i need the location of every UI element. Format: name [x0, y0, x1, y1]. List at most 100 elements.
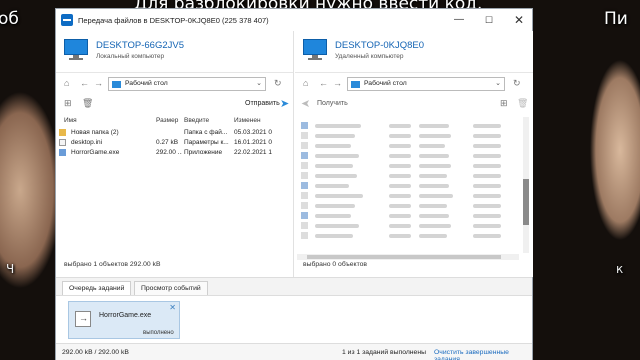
minimize-button[interactable]: —: [444, 9, 474, 31]
redacted-text: [389, 194, 411, 198]
redacted-text: [389, 234, 411, 238]
redacted-file-row[interactable]: [301, 141, 511, 151]
refresh-icon[interactable]: ↻: [513, 78, 521, 89]
remote-path-text: Рабочий стол: [364, 80, 407, 87]
file-icon: [301, 122, 308, 129]
forward-arrow-icon[interactable]: →: [333, 78, 342, 88]
redacted-text: [473, 204, 501, 208]
local-pane: DESKTOP-66G2JV5 Локальный компьютер ⌂ ← …: [56, 31, 294, 277]
new-folder-icon[interactable]: ⊞: [64, 98, 72, 109]
local-computer-name: DESKTOP-66G2JV5: [96, 40, 185, 51]
redacted-text: [315, 234, 353, 238]
overlay-caption-2-right: Пи: [604, 9, 628, 29]
redacted-text: [315, 214, 351, 218]
status-bar: 292.00 kB / 292.00 kB 1 из 1 заданий вып…: [56, 343, 532, 360]
redacted-file-row[interactable]: [301, 151, 511, 161]
horizontal-scrollbar[interactable]: [297, 254, 519, 260]
close-icon[interactable]: ✕: [169, 303, 176, 312]
job-status: выполнено: [143, 330, 174, 336]
overlay-side-right: к: [616, 262, 624, 276]
redacted-text: [473, 224, 501, 228]
back-arrow-icon[interactable]: ←: [319, 78, 328, 88]
remote-computer-name: DESKTOP-0KJQ8E0: [335, 40, 425, 51]
redacted-text: [389, 154, 411, 158]
delete-icon[interactable]: 🗑: [82, 98, 93, 109]
column-name[interactable]: Имя: [64, 117, 77, 124]
scrollbar-thumb[interactable]: [307, 255, 501, 259]
redacted-file-row[interactable]: [301, 181, 511, 191]
remote-path-select[interactable]: Рабочий стол ⌄: [347, 77, 505, 91]
redacted-text: [315, 144, 351, 148]
redacted-text: [473, 174, 501, 178]
clear-completed-link[interactable]: Очистить завершенные задания: [434, 349, 532, 360]
file-transfer-window: Передача файлов в DESKTOP-0KJQ8E0 (225 3…: [55, 8, 533, 360]
file-icon: [301, 202, 308, 209]
delete-icon[interactable]: 🗑: [517, 98, 528, 109]
receive-arrow-icon[interactable]: ➤: [301, 97, 310, 110]
redacted-text: [419, 154, 449, 158]
redacted-text: [389, 174, 411, 178]
local-path-bar: ⌂ ← → Рабочий стол ⌄ ↻: [56, 74, 293, 94]
bottom-tabs: Очередь заданий Просмотр событий: [56, 277, 532, 296]
column-size[interactable]: Размер: [156, 117, 178, 124]
forward-arrow-icon[interactable]: →: [94, 78, 103, 88]
remote-computer-label: Удаленный компьютер: [335, 53, 404, 60]
column-type[interactable]: Введите: [184, 117, 209, 124]
redacted-file-row[interactable]: [301, 201, 511, 211]
redacted-text: [473, 134, 501, 138]
home-icon[interactable]: ⌂: [303, 78, 308, 88]
redacted-file-row[interactable]: [301, 171, 511, 181]
send-button[interactable]: Отправить: [245, 100, 280, 107]
redacted-text: [419, 144, 445, 148]
file-row[interactable]: desktop.ini 0.27 kB Параметры к... 16.01…: [56, 138, 293, 148]
new-folder-icon[interactable]: ⊞: [500, 98, 508, 109]
folder-icon: [112, 81, 121, 88]
file-icon: [59, 139, 66, 146]
redacted-text: [315, 134, 355, 138]
column-modified[interactable]: Изменен: [234, 117, 261, 124]
redacted-text: [315, 194, 363, 198]
redacted-file-row[interactable]: [301, 211, 511, 221]
tab-event-log[interactable]: Просмотр событий: [134, 281, 208, 296]
send-arrow-icon[interactable]: ➤: [280, 97, 289, 110]
local-selection-status: выбрано 1 объектов 292.00 kB: [64, 261, 161, 268]
file-row[interactable]: HorrorGame.exe 292.00 ... Приложение 22.…: [56, 148, 293, 158]
redacted-text: [473, 194, 501, 198]
jobs-summary: 1 из 1 заданий выполнены: [342, 349, 426, 356]
redacted-file-row[interactable]: [301, 231, 511, 241]
back-arrow-icon[interactable]: ←: [80, 78, 89, 88]
file-icon: [301, 212, 308, 219]
redacted-file-row[interactable]: [301, 161, 511, 171]
local-path-select[interactable]: Рабочий стол ⌄: [108, 77, 266, 91]
redacted-text: [315, 164, 353, 168]
local-file-list: Имя Размер Введите Изменен Новая папка (…: [56, 117, 293, 253]
home-icon[interactable]: ⌂: [64, 78, 69, 88]
redacted-file-row[interactable]: [301, 191, 511, 201]
redacted-file-row[interactable]: [301, 121, 511, 131]
redacted-text: [473, 234, 501, 238]
window-title: Передача файлов в DESKTOP-0KJQ8E0 (225 3…: [78, 16, 269, 25]
redacted-text: [419, 194, 453, 198]
redacted-text: [315, 154, 359, 158]
redacted-text: [389, 124, 411, 128]
file-icon: [301, 192, 308, 199]
vertical-scrollbar[interactable]: [523, 117, 529, 253]
chevron-down-icon: ⌄: [256, 80, 262, 87]
redacted-text: [389, 164, 411, 168]
file-icon: [301, 162, 308, 169]
file-row[interactable]: Новая папка (2) Папка с фай... 05.03.202…: [56, 128, 293, 138]
redacted-file-row[interactable]: [301, 131, 511, 141]
tab-job-queue[interactable]: Очередь заданий: [62, 281, 132, 296]
close-button[interactable]: ✕: [504, 9, 534, 31]
redacted-text: [389, 144, 411, 148]
redacted-file-row[interactable]: [301, 221, 511, 231]
refresh-icon[interactable]: ↻: [274, 78, 282, 89]
maximize-button[interactable]: ☐: [474, 9, 504, 31]
job-queue-panel: HorrorGame.exe выполнено ✕: [56, 295, 532, 343]
transfer-job-card[interactable]: HorrorGame.exe выполнено ✕: [68, 301, 180, 339]
remote-selection-status: выбрано 0 объектов: [303, 261, 367, 268]
receive-button[interactable]: Получить: [317, 100, 348, 107]
scrollbar-thumb[interactable]: [523, 179, 529, 225]
redacted-text: [389, 224, 411, 228]
remote-path-bar: ⌂ ← → Рабочий стол ⌄ ↻: [295, 74, 533, 94]
